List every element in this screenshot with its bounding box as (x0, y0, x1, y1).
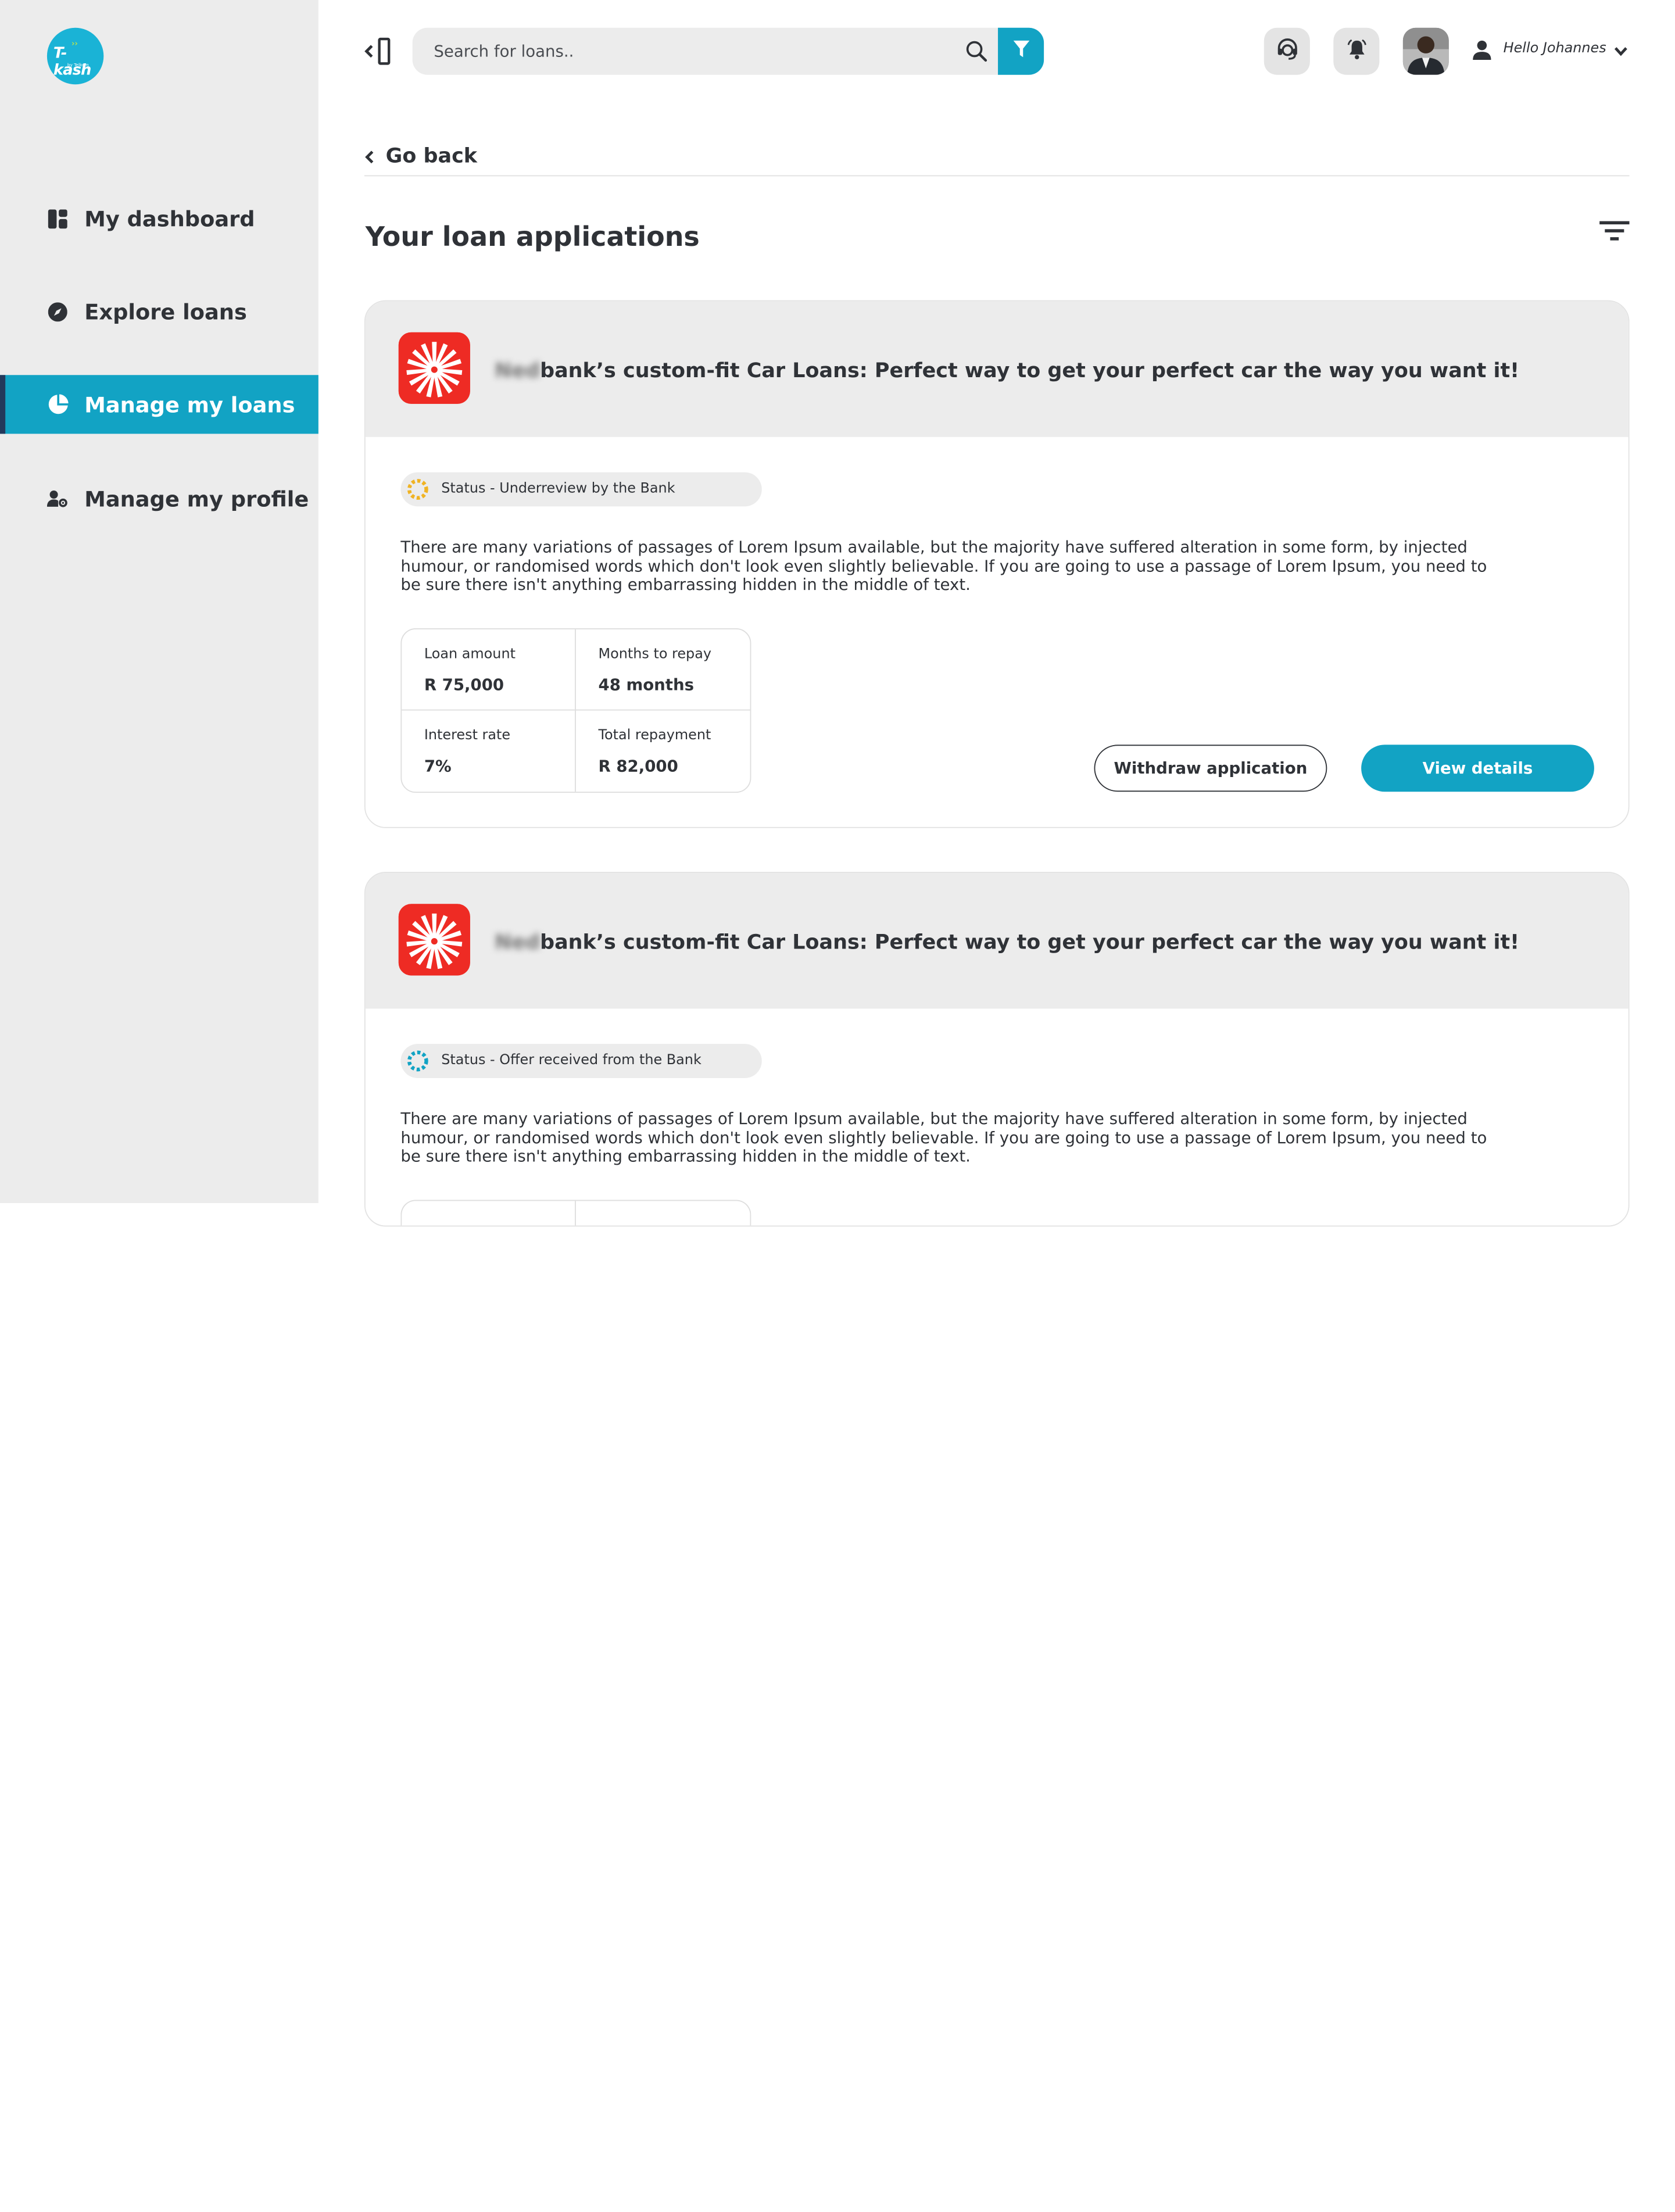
user-icon (1471, 40, 1493, 61)
blurred-bank-name: Ned (495, 359, 541, 383)
sidebar-item-manage-loans[interactable]: Manage my loans (0, 375, 318, 434)
filter-icon (1012, 40, 1029, 63)
dashboard-icon (47, 208, 69, 230)
pie-chart-icon (47, 393, 69, 415)
stat-loan-amount: Loan amount R 75,000 (402, 629, 576, 711)
stat-value: R 82,000 (598, 756, 678, 776)
tkash-logo[interactable]: ›› T-kash by Telkom (46, 27, 104, 85)
bank-logo-icon (398, 904, 470, 976)
status-offer-icon (406, 1049, 430, 1072)
chevron-left-icon (364, 149, 375, 164)
sidebar-item-label: Explore loans (84, 298, 247, 324)
avatar[interactable] (1402, 27, 1449, 75)
loan-description: There are many variations of passages of… (400, 537, 1487, 595)
card-header: Nedbank’s custom-fit Car Loans: Perfect … (365, 301, 1629, 437)
stat-value: 7% (424, 756, 452, 776)
notifications-button[interactable] (1333, 27, 1380, 75)
stat-value: 48 months (598, 675, 695, 695)
sidebar-item-label: Manage my loans (84, 391, 295, 417)
stat-label: Total repayment (598, 727, 711, 744)
loan-application-card: Nedbank’s custom-fit Car Loans: Perfect … (364, 872, 1630, 1227)
user-greeting[interactable]: Hello Johannes (1504, 41, 1606, 57)
divider (575, 1201, 576, 1226)
collapse-sidebar-icon[interactable] (364, 37, 394, 65)
compass-icon (47, 301, 69, 323)
loan-description: There are many variations of passages of… (400, 1109, 1487, 1166)
card-title-text: bank’s custom-fit Car Loans: Perfect way… (540, 359, 1520, 383)
sidebar-item-dashboard[interactable]: My dashboard (0, 189, 318, 248)
sidebar-item-label: Manage my profile (84, 485, 309, 511)
view-details-button[interactable]: View details (1361, 745, 1594, 792)
search-bar (412, 27, 1044, 75)
support-button[interactable] (1264, 27, 1310, 75)
stat-interest-rate: Interest rate 7% (402, 711, 576, 792)
sidebar-item-label: My dashboard (84, 205, 255, 232)
bell-icon (1345, 37, 1368, 65)
stat-label: Months to repay (598, 646, 712, 663)
user-settings-icon (46, 488, 69, 509)
stat-months-to-repay: Months to repay 48 months (576, 629, 750, 711)
sidebar-item-manage-profile[interactable]: Manage my profile (0, 469, 318, 528)
sidebar-item-explore-loans[interactable]: Explore loans (0, 282, 318, 341)
blurred-bank-name: Ned (495, 930, 541, 954)
status-text: Status - Offer received from the Bank (441, 1052, 702, 1069)
go-back-label: Go back (385, 144, 478, 168)
status-badge: Status - Underreview by the Bank (400, 472, 762, 507)
stat-total-repayment: Total repayment R 82,000 (576, 711, 750, 792)
card-header: Nedbank’s custom-fit Car Loans: Perfect … (365, 872, 1629, 1009)
stat-label: Loan amount (424, 646, 516, 663)
card-title[interactable]: Nedbank’s custom-fit Car Loans: Perfect … (495, 359, 1519, 382)
search-input[interactable] (434, 27, 947, 75)
support-icon (1275, 37, 1298, 65)
logo-subtext: by Telkom (67, 62, 89, 67)
status-text: Status - Underreview by the Bank (441, 481, 675, 497)
stat-value: R 75,000 (424, 675, 504, 695)
card-title-text: bank’s custom-fit Car Loans: Perfect way… (540, 930, 1520, 954)
chevron-down-icon[interactable] (1613, 43, 1629, 58)
loan-stats-grid (400, 1200, 751, 1226)
divider (402, 709, 750, 711)
go-back-link[interactable]: Go back (364, 142, 1630, 177)
status-badge: Status - Offer received from the Bank (400, 1044, 762, 1078)
search-icon[interactable] (965, 40, 988, 63)
loan-stats-grid: Loan amount R 75,000 Months to repay 48 … (400, 628, 751, 793)
card-title[interactable]: Nedbank’s custom-fit Car Loans: Perfect … (495, 930, 1519, 954)
page-title: Your loan applications (365, 221, 700, 252)
status-review-icon (406, 478, 430, 501)
loan-application-card: Nedbank’s custom-fit Car Loans: Perfect … (364, 300, 1630, 828)
stat-label: Interest rate (424, 727, 511, 744)
withdraw-application-button[interactable]: Withdraw application (1094, 745, 1327, 792)
filter-button[interactable] (998, 27, 1044, 75)
sort-icon[interactable] (1599, 221, 1630, 243)
bank-logo-icon (398, 332, 470, 404)
sidebar: ›› T-kash by Telkom My dashboard Explore… (0, 0, 318, 1204)
